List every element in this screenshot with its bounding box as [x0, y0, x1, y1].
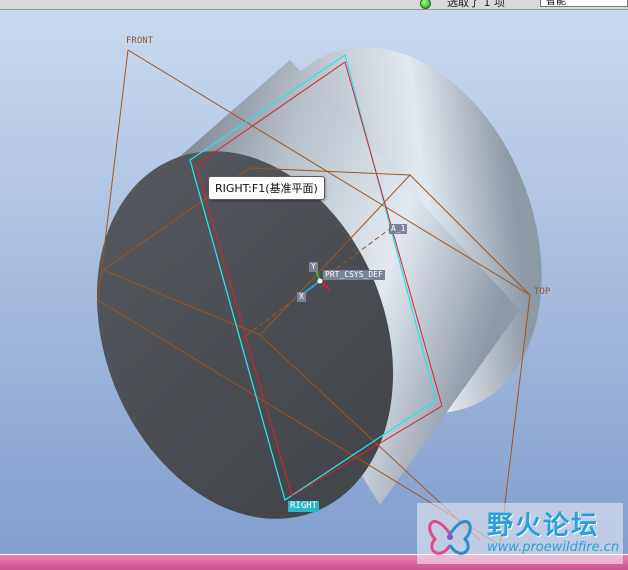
- butterfly-logo-icon: [428, 520, 472, 555]
- watermark-title: 野火论坛: [487, 511, 600, 541]
- axis-label: A_1: [389, 224, 408, 234]
- status-indicator-icon: [420, 0, 431, 9]
- status-bar: 选取了 1 项 智能: [0, 0, 628, 10]
- csys-y-label: Y: [309, 262, 318, 272]
- forum-watermark: 野火论坛 www.proewildfire.cn: [417, 503, 623, 564]
- proe-window: 选取了 1 项 智能 FRONT TOP A_1 PRT_CSYS_DEF Y …: [0, 0, 628, 570]
- model-canvas: [96, 47, 542, 546]
- top-plane-label: TOP: [534, 287, 551, 297]
- csys-label: PRT_CSYS_DEF: [323, 270, 385, 280]
- datum-tooltip: RIGHT:F1(基准平面): [208, 176, 325, 200]
- watermark-url: www.proewildfire.cn: [487, 540, 620, 555]
- graphics-window[interactable]: FRONT TOP A_1 PRT_CSYS_DEF Y X RIGHT: [0, 10, 628, 554]
- csys-x-label: X: [297, 292, 306, 302]
- front-plane-label: FRONT: [126, 36, 154, 46]
- selection-status: 选取了 1 项: [447, 0, 505, 9]
- selection-filter-dropdown[interactable]: 智能: [540, 0, 628, 7]
- right-plane-label: RIGHT: [288, 501, 320, 512]
